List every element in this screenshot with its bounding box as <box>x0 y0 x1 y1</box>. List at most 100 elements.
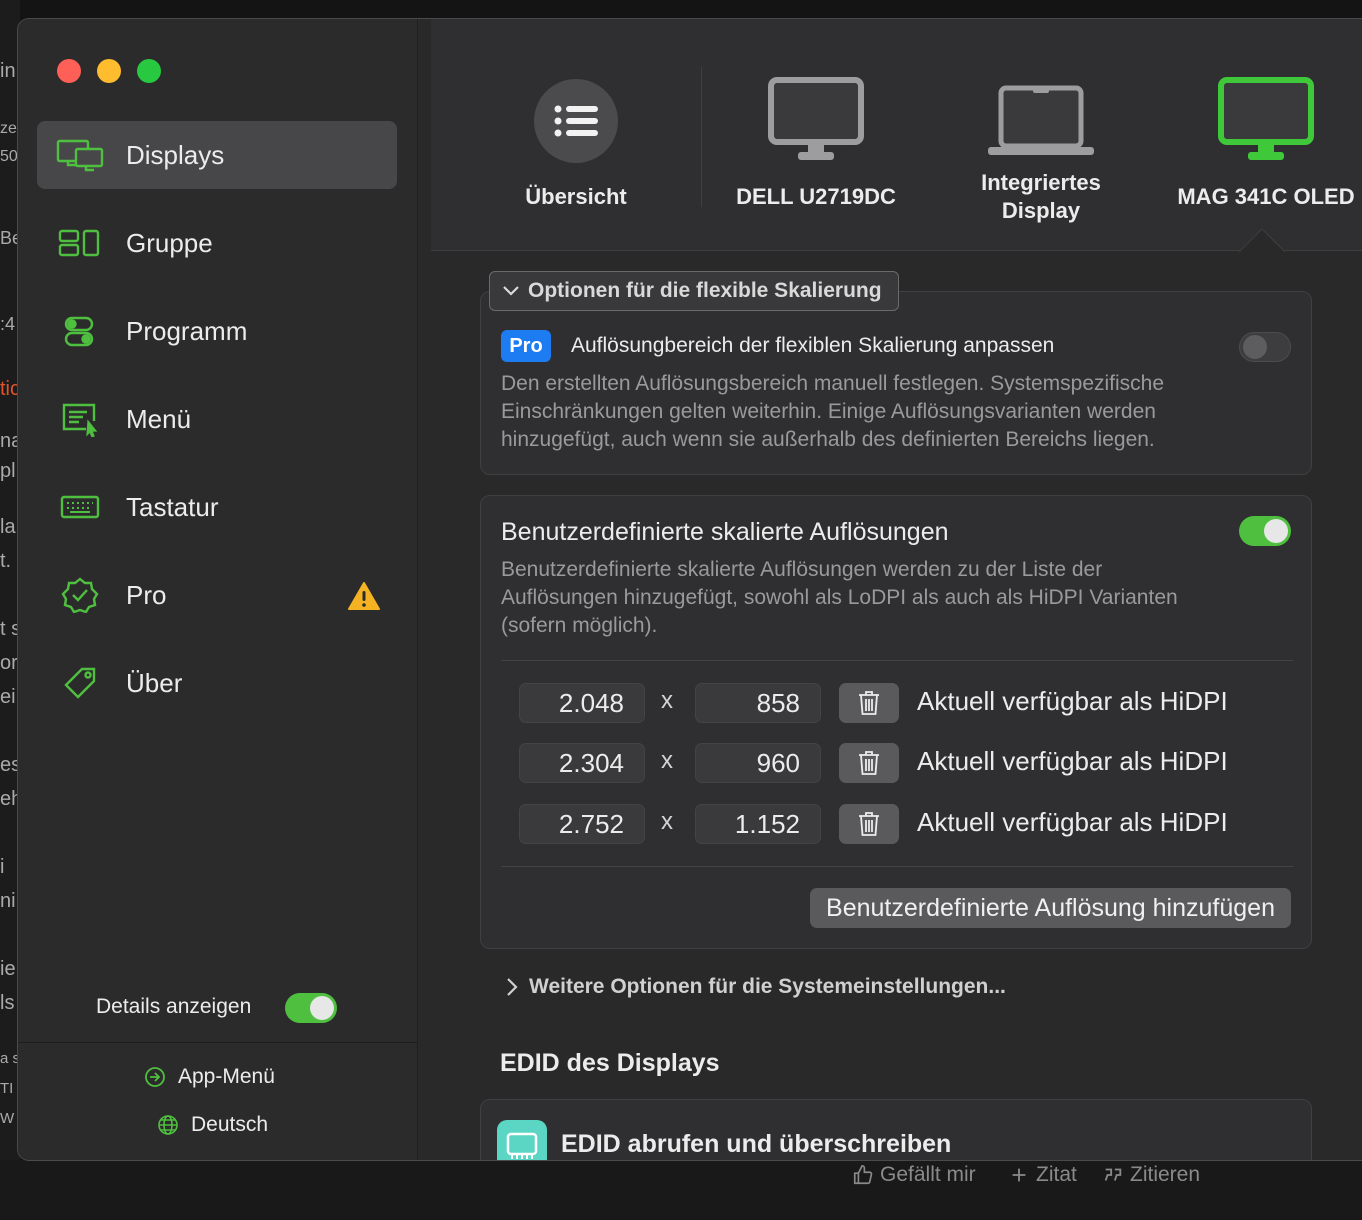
more-options-label: Weitere Optionen für die Systemeinstellu… <box>529 975 1006 998</box>
sidebar-item-displays[interactable]: Displays <box>37 121 397 189</box>
tab-ubersicht[interactable]: Übersicht <box>491 19 661 251</box>
menu-icon <box>54 399 106 439</box>
edid-card: EDID abrufen und überschreiben <box>480 1099 1312 1160</box>
background-text: na <box>0 430 18 452</box>
tab-dell-u2719dc[interactable]: DELL U2719DC <box>721 19 911 251</box>
description-line: (sofern möglich). <box>501 614 658 637</box>
add-resolution-button[interactable]: Benutzerdefinierte Auflösung hinzufügen <box>810 888 1291 928</box>
flex-scaling-toggle[interactable] <box>1239 332 1291 362</box>
edid-section-title: EDID des Displays <box>500 1049 720 1077</box>
background-text: t. <box>0 550 12 572</box>
minimize-window-button[interactable] <box>97 59 121 83</box>
toggle-knob <box>310 996 334 1020</box>
tab-label: MAG 341C OLED <box>1177 184 1355 209</box>
cite-label: Zitieren <box>1130 1163 1201 1186</box>
sidebar-item-label: Displays <box>126 139 225 170</box>
background-text: ei <box>0 686 16 708</box>
sidebar: Displays Gruppe Programm Menü Tastatur P… <box>18 19 418 1160</box>
more-options-disclosure[interactable]: Weitere Optionen für die Systemeinstellu… <box>505 975 1006 999</box>
sidebar-item-pro[interactable]: Pro <box>37 561 397 629</box>
tab-integriertes-display[interactable]: Integriertes Display <box>941 19 1141 251</box>
toggles-icon <box>54 311 106 351</box>
sidebar-item-gruppe[interactable]: Gruppe <box>37 209 397 277</box>
trash-icon <box>859 691 879 715</box>
selected-tab-pointer <box>1239 229 1285 252</box>
flex-scaling-description: Den erstellten Auflösungsbereich manuell… <box>501 370 1164 454</box>
tag-icon <box>54 663 106 703</box>
times-label: x <box>661 808 673 835</box>
sidebar-item-menu[interactable]: Menü <box>37 385 397 453</box>
laptop-icon <box>988 85 1094 155</box>
custom-resolutions-toggle[interactable] <box>1239 516 1291 546</box>
tab-mag-341c-oled[interactable]: MAG 341C OLED <box>1161 19 1362 252</box>
resolution-status: Aktuell verfügbar als HiDPI <box>917 686 1228 716</box>
monitor-icon <box>1218 77 1314 160</box>
sidebar-item-label: Programm <box>126 315 248 346</box>
resolution-status: Aktuell verfügbar als HiDPI <box>917 807 1228 837</box>
background-text: W <box>0 1110 15 1127</box>
chip-icon <box>497 1120 547 1160</box>
flex-scaling-disclosure[interactable]: Optionen für die flexible Skalierung <box>489 271 899 311</box>
list-icon <box>534 79 618 163</box>
description-line: Einschränkungen gelten weiterhin. Einige… <box>501 400 1156 423</box>
description-line: Benutzerdefinierte skalierte Auflösungen… <box>501 558 1103 581</box>
description-line: Den erstellten Auflösungsbereich manuell… <box>501 372 1165 395</box>
background-text: a s <box>0 1050 18 1067</box>
sidebar-item-label: Gruppe <box>126 227 213 258</box>
height-field[interactable]: 858 <box>695 683 821 723</box>
background-text: TI <box>0 1080 14 1097</box>
group-icon <box>54 223 106 263</box>
background-text: ie <box>0 958 16 980</box>
divider <box>501 866 1293 867</box>
sidebar-divider <box>18 1042 418 1043</box>
display-tabbar: Übersicht DELL U2719DC Integriertes Disp… <box>431 19 1362 252</box>
flex-scaling-card: Pro Auflösungbereich der flexiblen Skali… <box>480 291 1312 475</box>
delete-button[interactable] <box>839 743 899 783</box>
height-field[interactable]: 1.152 <box>695 804 821 844</box>
background-text: tic <box>0 378 18 400</box>
divider <box>501 660 1293 661</box>
plus-icon <box>1012 1168 1026 1182</box>
tab-label-line2: Display <box>1001 198 1081 223</box>
trash-icon <box>859 751 879 775</box>
description-line: hinzugefügt, auch wenn sie außerhalb des… <box>501 428 1155 451</box>
delete-button[interactable] <box>839 683 899 723</box>
resolution-row: 2.752 x 1.152 Aktuell verfügbar als HiDP… <box>519 804 1279 844</box>
language-link[interactable]: Deutsch <box>157 1113 268 1137</box>
displays-icon <box>54 135 106 175</box>
description-line: Auflösungen hinzugefügt, sowohl als LoDP… <box>501 586 1178 609</box>
flex-scaling-title: Auflösungbereich der flexiblen Skalierun… <box>571 334 1055 357</box>
disclosure-label: Optionen für die flexible Skalierung <box>528 279 882 302</box>
chevron-down-icon <box>503 286 519 296</box>
tab-label-line1: Integriertes <box>981 170 1101 195</box>
details-toggle[interactable] <box>285 993 337 1023</box>
quote-action[interactable]: Zitat <box>1008 1163 1077 1187</box>
delete-button[interactable] <box>839 804 899 844</box>
width-field[interactable]: 2.048 <box>519 683 645 723</box>
zoom-window-button[interactable] <box>137 59 161 83</box>
badge-check-icon <box>54 575 106 615</box>
width-field[interactable]: 2.304 <box>519 743 645 783</box>
times-label: x <box>661 747 673 774</box>
toggle-knob <box>1243 335 1267 359</box>
close-window-button[interactable] <box>57 59 81 83</box>
tab-separator <box>701 67 702 207</box>
app-menu-link[interactable]: App-Menü <box>144 1065 275 1089</box>
like-action[interactable]: Gefällt mir <box>852 1163 976 1187</box>
background-text: es <box>0 754 18 776</box>
sidebar-item-label: Menü <box>126 403 192 434</box>
tab-label: DELL U2719DC <box>736 184 896 209</box>
custom-resolutions-description: Benutzerdefinierte skalierte Auflösungen… <box>501 556 1178 640</box>
sidebar-item-tastatur[interactable]: Tastatur <box>37 473 397 541</box>
custom-resolutions-card: Benutzerdefinierte skalierte Auflösungen… <box>480 495 1312 949</box>
cite-action[interactable]: Zitieren <box>1102 1163 1200 1187</box>
height-field[interactable]: 960 <box>695 743 821 783</box>
custom-resolutions-title: Benutzerdefinierte skalierte Auflösungen <box>501 518 949 546</box>
sidebar-item-uber[interactable]: Über <box>37 649 397 717</box>
background-text: eh <box>0 788 18 810</box>
globe-icon <box>158 1115 178 1135</box>
background-text: or <box>0 652 18 674</box>
width-field[interactable]: 2.752 <box>519 804 645 844</box>
sidebar-item-programm[interactable]: Programm <box>37 297 397 365</box>
details-label: Details anzeigen <box>96 995 252 1018</box>
